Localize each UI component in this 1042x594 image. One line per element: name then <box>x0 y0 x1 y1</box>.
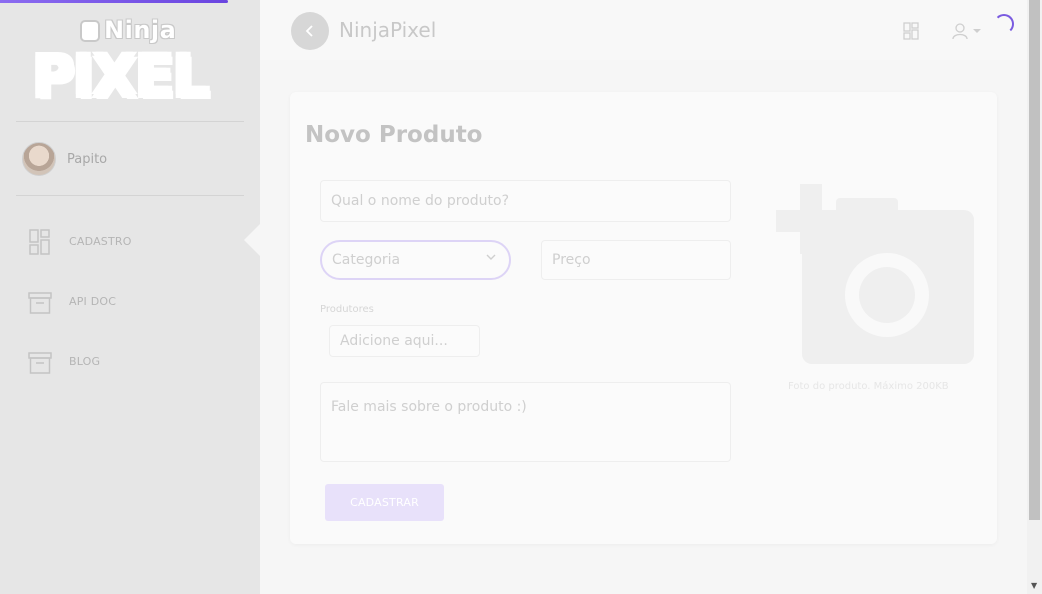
archive-icon <box>28 348 52 374</box>
user-menu-button[interactable] <box>952 22 982 44</box>
photo-upload-area[interactable] <box>776 184 976 366</box>
avatar <box>22 142 56 176</box>
sidebar-divider <box>16 121 244 122</box>
new-product-card: Novo Produto Qual o nome do produto? Cat… <box>290 92 997 544</box>
loading-progress-bar <box>0 0 228 3</box>
ninja-mask-icon <box>80 20 100 42</box>
add-photo-icon <box>776 184 974 364</box>
dashboard-icon[interactable] <box>903 22 919 44</box>
product-name-input[interactable]: Qual o nome do produto? <box>320 180 731 222</box>
page-title: Novo Produto <box>305 122 483 148</box>
sidebar-item-cadastro[interactable]: CADASTRO <box>28 226 248 256</box>
archive-icon <box>28 288 52 314</box>
sidebar-item-api-doc[interactable]: API DOC <box>28 286 248 316</box>
user-profile[interactable]: Papito <box>22 142 107 176</box>
chevron-down-icon <box>485 251 497 266</box>
header-brand-title: NinjaPixel <box>339 18 437 42</box>
user-name: Papito <box>67 151 108 167</box>
dashboard-icon <box>28 228 52 255</box>
description-textarea[interactable]: Fale mais sobre o produto :) <box>320 382 731 462</box>
scrollbar-thumb[interactable] <box>1029 0 1040 520</box>
app-root: Ninja PIXEL Papito CADASTRO API DOC BLOG… <box>0 0 1042 594</box>
sidebar: Ninja PIXEL Papito CADASTRO API DOC BLOG <box>0 0 260 594</box>
logo-text-bottom: PIXEL <box>32 42 209 110</box>
sidebar-item-label: BLOG <box>69 354 101 368</box>
page-scrollbar[interactable]: ▼ <box>1027 0 1042 594</box>
producers-label: Produtores <box>320 304 374 315</box>
active-item-indicator <box>244 224 260 256</box>
sidebar-divider <box>16 195 244 196</box>
loading-spinner <box>994 14 1014 34</box>
user-icon <box>952 23 981 40</box>
submit-button[interactable]: CADASTRAR <box>325 484 444 521</box>
chevron-left-icon <box>305 25 313 37</box>
top-header: NinjaPixel <box>260 0 1027 60</box>
logo-text-top: Ninja <box>104 16 177 44</box>
price-input[interactable]: Preço <box>541 240 731 280</box>
sidebar-item-blog[interactable]: BLOG <box>28 346 248 376</box>
back-button[interactable] <box>291 12 329 50</box>
sidebar-item-label: API DOC <box>69 294 117 308</box>
category-select-value: Categoria <box>332 252 401 268</box>
scroll-down-arrow-icon[interactable]: ▼ <box>1031 581 1037 590</box>
category-select[interactable]: Categoria <box>320 240 511 280</box>
logo[interactable]: Ninja PIXEL <box>32 14 228 108</box>
photo-hint: Foto do produto. Máximo 200KB <box>788 381 949 392</box>
producers-tag-input[interactable]: Adicione aqui... <box>329 325 480 357</box>
sidebar-item-label: CADASTRO <box>69 234 132 248</box>
